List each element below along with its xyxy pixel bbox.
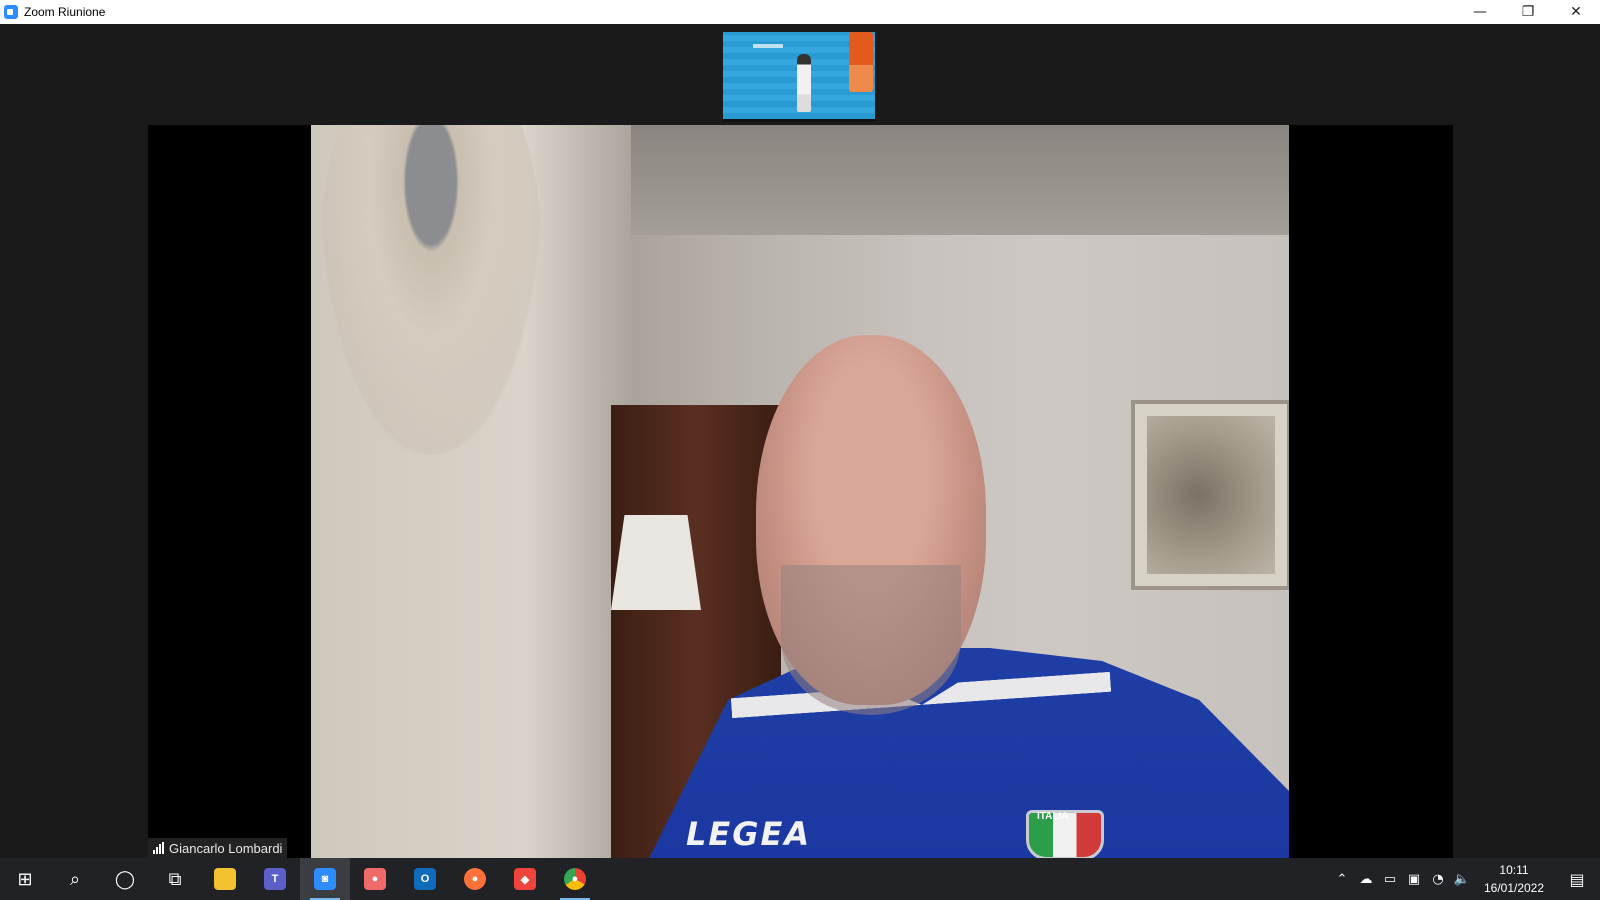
window-controls: — ❐ ✕	[1456, 0, 1600, 24]
cortana-button[interactable]: ◯	[100, 858, 150, 900]
window-titlebar: Zoom Riunione — ❐ ✕	[0, 0, 1600, 24]
taskbar-app-zoom[interactable]: ◙	[300, 858, 350, 900]
taskbar-app-chrome[interactable]: ●	[550, 858, 600, 900]
thumbnail-scorebug	[753, 44, 783, 48]
taskbar-app-asana[interactable]: ●	[350, 858, 400, 900]
speaker-beard	[781, 565, 961, 715]
minimize-button[interactable]: —	[1456, 0, 1504, 24]
wall-mirror	[321, 125, 541, 455]
speaker-name-tag: Giancarlo Lombardi	[148, 838, 288, 858]
teams-icon: T	[264, 868, 286, 890]
task-view-button[interactable]: ⧉	[150, 858, 200, 900]
speaker-name: Giancarlo Lombardi	[169, 840, 283, 856]
windows-start-icon: ⊞	[17, 868, 33, 890]
wall-painting	[1131, 400, 1289, 590]
camera-feed: LEGEA ITALIA	[311, 125, 1289, 858]
volume-icon[interactable]: 🔈	[1450, 858, 1474, 900]
battery-icon[interactable]: ▭	[1378, 858, 1402, 900]
meeting-stage: LEGEA ITALIA Giancarlo Lombardi	[0, 24, 1600, 858]
jersey-brand: LEGEA	[686, 815, 812, 853]
search-icon: ⌕	[69, 868, 81, 890]
taskbar-app-outlook[interactable]: O	[400, 858, 450, 900]
zoom-app-icon	[4, 5, 18, 19]
taskbar-app-anydesk[interactable]: ◆	[500, 858, 550, 900]
signal-bars-icon	[153, 842, 164, 854]
task-view-icon: ⧉	[168, 868, 182, 890]
taskbar-app-file-explorer[interactable]	[200, 858, 250, 900]
start-button[interactable]: ⊞	[0, 858, 50, 900]
outlook-icon: O	[414, 868, 436, 890]
asana-icon: ●	[364, 868, 386, 890]
italia-crest: ITALIA	[1026, 810, 1104, 858]
restore-button[interactable]: ❐	[1504, 0, 1552, 24]
close-button[interactable]: ✕	[1552, 0, 1600, 24]
notifications-icon[interactable]: ▤	[1554, 858, 1600, 900]
window-title: Zoom Riunione	[24, 5, 106, 19]
system-tray: ⌃ ☁ ▭ ▣ ◔ 🔈 10:11 16/01/2022 ▤	[1330, 858, 1600, 900]
meet-now-icon[interactable]: ▣	[1402, 858, 1426, 900]
file-explorer-icon	[214, 868, 236, 890]
onedrive-icon[interactable]: ☁	[1354, 858, 1378, 900]
active-speaker-video[interactable]: LEGEA ITALIA	[148, 125, 1453, 858]
shared-video-thumbnail[interactable]	[723, 32, 875, 122]
zoom-icon: ◙	[314, 868, 336, 890]
painting-art	[1147, 416, 1275, 574]
clock-date: 16/01/2022	[1483, 881, 1545, 895]
show-hidden-icons-button[interactable]: ⌃	[1330, 858, 1354, 900]
clock-time: 10:11	[1499, 863, 1529, 877]
windows-taskbar: ⊞ ⌕ ◯ ⧉ T ◙ ● O ● ◆ ● ⌃ ☁ ▭ ▣ ◔ 🔈 10:11 …	[0, 858, 1600, 900]
anydesk-icon: ◆	[514, 868, 536, 890]
crest-label: ITALIA	[1037, 811, 1069, 822]
cortana-icon: ◯	[114, 868, 136, 890]
wifi-icon[interactable]: ◔	[1426, 858, 1450, 900]
firefox-icon: ●	[464, 868, 486, 890]
floor-lamp	[611, 515, 701, 610]
room-ceiling	[631, 125, 1289, 235]
thumbnail-player-white	[797, 54, 811, 112]
thumbnail-player-orange	[849, 32, 873, 92]
system-clock[interactable]: 10:11 16/01/2022	[1474, 861, 1554, 897]
search-button[interactable]: ⌕	[50, 858, 100, 900]
taskbar-app-firefox[interactable]: ●	[450, 858, 500, 900]
chrome-icon: ●	[564, 868, 586, 890]
taskbar-app-teams[interactable]: T	[250, 858, 300, 900]
